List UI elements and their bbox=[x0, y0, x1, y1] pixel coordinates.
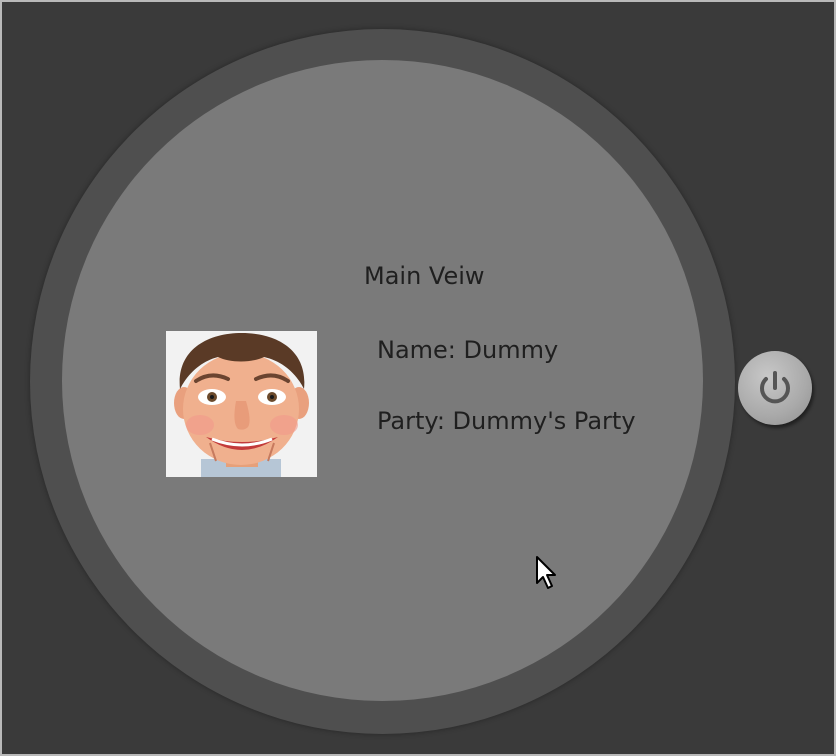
avatar bbox=[166, 331, 317, 477]
app-window: Main Veiw Name: Dummy Party: Dummy's Par… bbox=[0, 0, 836, 756]
name-label: Name: Dummy bbox=[377, 336, 559, 364]
party-label: Party: Dummy's Party bbox=[377, 407, 636, 435]
power-button[interactable] bbox=[738, 351, 812, 425]
page-title: Main Veiw bbox=[364, 262, 485, 290]
dummy-face-image bbox=[174, 333, 309, 477]
mouse-cursor-icon bbox=[536, 556, 556, 589]
watch-face bbox=[62, 60, 703, 701]
power-icon bbox=[760, 371, 790, 404]
